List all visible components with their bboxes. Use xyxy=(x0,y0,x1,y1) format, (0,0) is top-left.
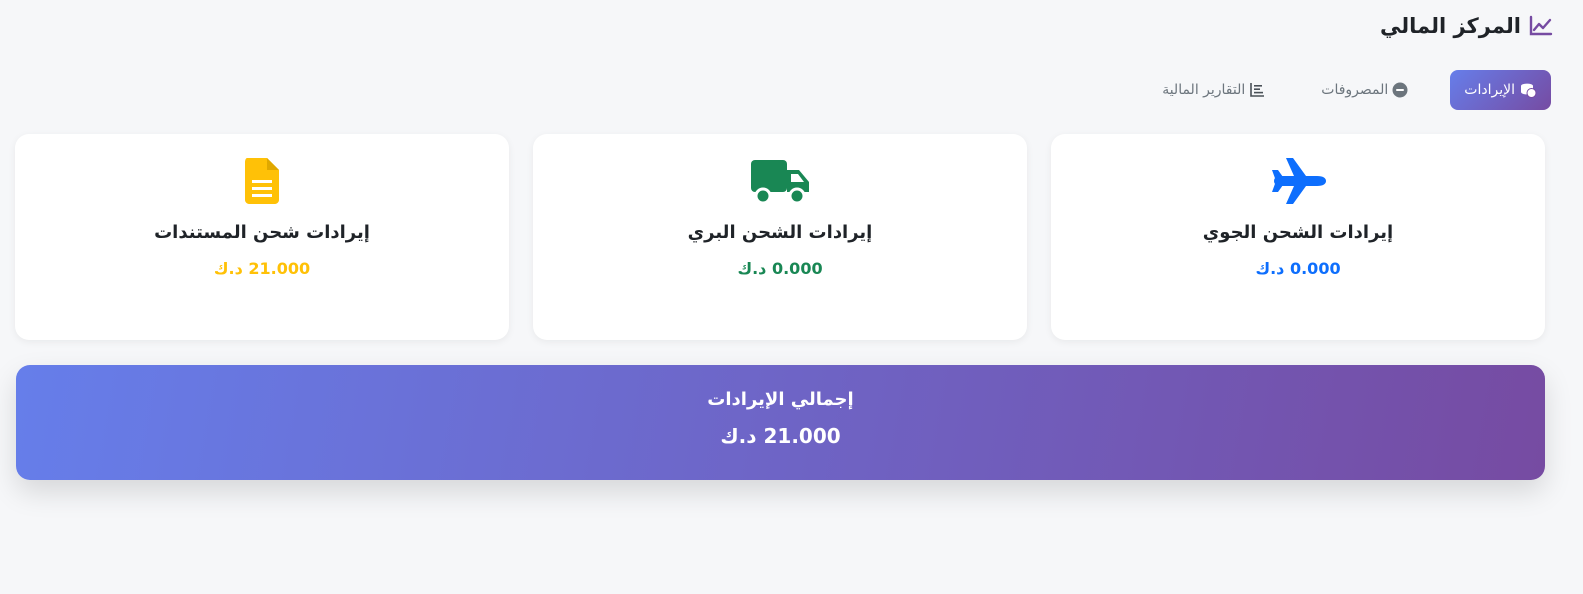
page-title: المركز المالي xyxy=(1380,14,1521,38)
plane-icon xyxy=(1270,156,1326,206)
tab-revenues[interactable]: الإيرادات xyxy=(1450,70,1551,110)
tab-expenses-label: المصروفات xyxy=(1321,82,1389,98)
total-revenue-label: إجمالي الإيرادات xyxy=(707,389,854,410)
minus-circle-icon xyxy=(1392,82,1408,98)
card-land-freight-value: 0.000 د.ك xyxy=(737,259,823,278)
tab-revenues-label: الإيرادات xyxy=(1464,82,1515,98)
card-document-shipping: إيرادات شحن المستندات 21.000 د.ك xyxy=(15,134,509,340)
page-header: المركز المالي xyxy=(1380,14,1553,38)
tab-reports-label: التقارير المالية xyxy=(1162,82,1246,98)
document-icon xyxy=(243,156,281,206)
revenue-cards: إيرادات الشحن الجوي 0.000 د.ك إيرادات ال… xyxy=(15,134,1545,340)
tab-bar: الإيرادات المصروفات التقارير المالية xyxy=(1148,70,1551,110)
card-air-freight: إيرادات الشحن الجوي 0.000 د.ك xyxy=(1051,134,1545,340)
card-air-freight-value: 0.000 د.ك xyxy=(1255,259,1341,278)
finance-page: المركز المالي الإيرادات المصروفات التقار… xyxy=(0,0,1583,594)
tab-reports[interactable]: التقارير المالية xyxy=(1148,70,1279,110)
total-revenue-banner: إجمالي الإيرادات 21.000 د.ك xyxy=(16,365,1545,480)
truck-icon xyxy=(749,156,811,206)
coins-icon xyxy=(1519,82,1537,98)
card-land-freight: إيرادات الشحن البري 0.000 د.ك xyxy=(533,134,1027,340)
card-document-shipping-value: 21.000 د.ك xyxy=(213,259,311,278)
list-report-icon xyxy=(1249,82,1265,98)
card-document-shipping-label: إيرادات شحن المستندات xyxy=(154,222,370,243)
chart-line-icon xyxy=(1529,15,1553,37)
card-air-freight-label: إيرادات الشحن الجوي xyxy=(1202,222,1394,243)
total-revenue-value: 21.000 د.ك xyxy=(720,424,841,448)
tab-expenses[interactable]: المصروفات xyxy=(1307,70,1422,110)
card-land-freight-label: إيرادات الشحن البري xyxy=(687,222,873,243)
